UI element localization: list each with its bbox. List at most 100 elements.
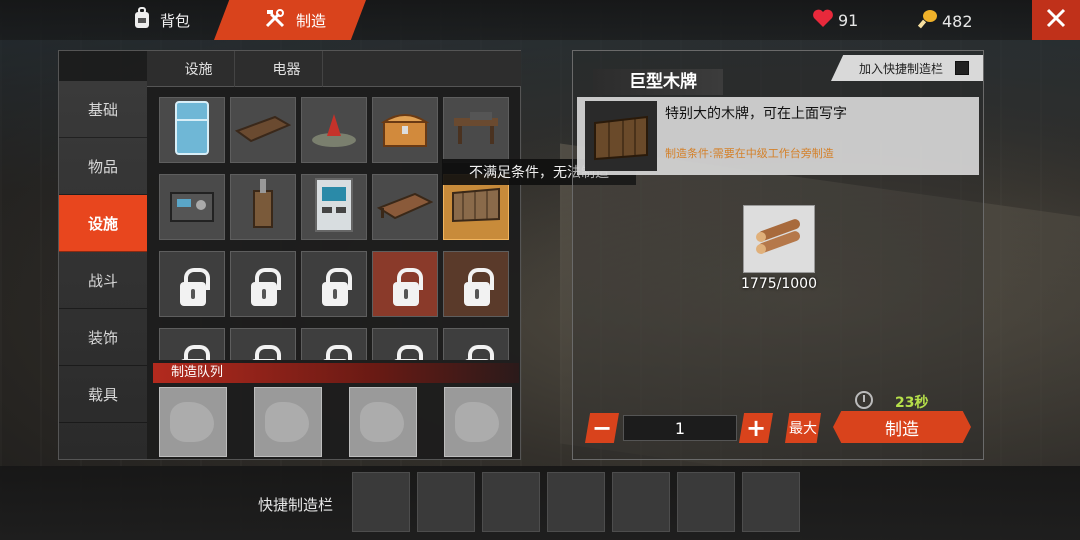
lock-icon: [180, 345, 210, 360]
grid-cell-locked[interactable]: [443, 251, 509, 317]
lock-icon: [464, 268, 494, 306]
wooden-sign-icon: [449, 185, 503, 229]
lock-icon: [322, 345, 352, 360]
quick-slot[interactable]: [352, 472, 410, 532]
max-quantity-button[interactable]: 最大: [785, 413, 821, 443]
close-icon: [1045, 7, 1067, 33]
lock-icon: [251, 345, 281, 360]
chest-icon: [380, 108, 430, 152]
quick-craft-bar: 快捷制造栏: [0, 466, 1080, 540]
grid-cell[interactable]: [159, 97, 225, 163]
lock-icon: [251, 268, 281, 306]
grid-cell-locked[interactable]: [159, 328, 225, 360]
bed-icon: [376, 188, 434, 226]
craft-button[interactable]: 制造: [833, 411, 971, 443]
distiller-icon: [248, 177, 278, 237]
grid-cell-locked[interactable]: [301, 251, 367, 317]
grid-cell[interactable]: [301, 174, 367, 240]
subtab-facilities[interactable]: 设施: [163, 51, 235, 87]
grid-cell[interactable]: [301, 97, 367, 163]
category-combat[interactable]: 战斗: [59, 252, 147, 309]
grid-cell[interactable]: [230, 97, 296, 163]
quickbar-checkbox[interactable]: [955, 61, 970, 75]
increase-quantity-button[interactable]: +: [739, 413, 773, 443]
item-title: 巨型木牌: [593, 69, 723, 95]
drumstick-icon: [916, 8, 938, 34]
tab-backpack[interactable]: 背包: [118, 0, 218, 40]
category-items[interactable]: 物品: [59, 138, 147, 195]
grid-cell-locked[interactable]: [443, 328, 509, 360]
lock-icon: [180, 268, 210, 306]
grid-cell[interactable]: [230, 174, 296, 240]
item-detail-panel: 巨型木牌 加入快捷制造栏 特别大的木牌，可在上面写字 制造条件:需要在中级工作台…: [572, 50, 984, 460]
cabinet-icon: [312, 177, 356, 237]
currency-value: 482: [942, 11, 973, 31]
item-description-box: 特别大的木牌，可在上面写字 制造条件:需要在中级工作台旁制造: [577, 97, 979, 175]
clock-icon: [855, 391, 873, 409]
lock-icon: [393, 268, 423, 306]
grid-cell[interactable]: [443, 97, 509, 163]
item-grid: [157, 95, 513, 360]
category-sidebar: 基础 物品 设施 战斗 装饰 载具: [59, 81, 147, 459]
item-thumbnail: [585, 101, 657, 171]
decrease-quantity-button[interactable]: −: [585, 413, 619, 443]
close-button[interactable]: [1032, 0, 1080, 40]
category-decoration[interactable]: 装饰: [59, 309, 147, 366]
queue-slot[interactable]: [349, 387, 417, 457]
quick-slot[interactable]: [417, 472, 475, 532]
bed-frame-icon: [234, 113, 292, 147]
crafting-list-panel: 设施 电器 基础 物品 设施 战斗 装饰 载具 制造队列: [58, 50, 521, 460]
tab-craft-label: 制造: [296, 11, 327, 30]
quick-slot[interactable]: [482, 472, 540, 532]
subtab-bar: 设施 电器: [147, 51, 521, 87]
backpack-icon: [132, 7, 152, 33]
grid-cell-locked[interactable]: [301, 328, 367, 360]
craft-queue-header: 制造队列: [153, 363, 519, 383]
workbench-icon: [450, 108, 502, 152]
wood-logs-icon: [751, 215, 807, 263]
grid-cell[interactable]: [159, 174, 225, 240]
wooden-sign-icon: [585, 115, 657, 175]
quick-slot[interactable]: [547, 472, 605, 532]
craft-condition: 制造条件:需要在中级工作台旁制造: [665, 147, 834, 160]
lock-icon: [464, 345, 494, 360]
grid-cell-locked[interactable]: [159, 251, 225, 317]
craft-time: 23秒: [895, 395, 929, 411]
quick-slot[interactable]: [677, 472, 735, 532]
grid-cell[interactable]: [372, 174, 438, 240]
tab-backpack-label: 背包: [160, 11, 191, 30]
lock-icon: [393, 345, 423, 360]
lock-icon: [322, 268, 352, 306]
quick-slot[interactable]: [742, 472, 800, 532]
add-to-quickbar-toggle[interactable]: 加入快捷制造栏: [831, 55, 983, 81]
add-to-quickbar-label: 加入快捷制造栏: [859, 61, 944, 76]
category-vehicles[interactable]: 载具: [59, 366, 147, 423]
material-count: 1775/1000: [741, 276, 817, 292]
material-slot[interactable]: [743, 205, 815, 273]
health-display: 91: [812, 8, 858, 32]
grid-cell-locked[interactable]: [230, 251, 296, 317]
quick-craft-label: 快捷制造栏: [258, 496, 334, 514]
machine-icon: [167, 185, 217, 229]
tools-icon: [264, 7, 286, 33]
fridge-icon: [170, 100, 214, 160]
health-value: 91: [838, 10, 859, 30]
grid-cell-locked[interactable]: [372, 328, 438, 360]
heart-icon: [812, 8, 834, 32]
subtab-electrical[interactable]: 电器: [251, 51, 323, 87]
currency-display: 482: [916, 8, 973, 34]
tab-craft[interactable]: 制造: [214, 0, 366, 40]
grid-cell-locked[interactable]: [230, 328, 296, 360]
category-facilities[interactable]: 设施: [59, 195, 147, 252]
campfire-icon: [309, 108, 359, 152]
top-bar: 背包 制造 91 482: [0, 0, 1080, 40]
grid-cell[interactable]: [372, 97, 438, 163]
grid-cell-locked[interactable]: [372, 251, 438, 317]
queue-slot[interactable]: [254, 387, 322, 457]
category-basic[interactable]: 基础: [59, 81, 147, 138]
item-description: 特别大的木牌，可在上面写字: [665, 106, 847, 122]
quick-slot[interactable]: [612, 472, 670, 532]
queue-slot[interactable]: [159, 387, 227, 457]
quantity-field[interactable]: 1: [623, 415, 737, 441]
queue-slot[interactable]: [444, 387, 512, 457]
